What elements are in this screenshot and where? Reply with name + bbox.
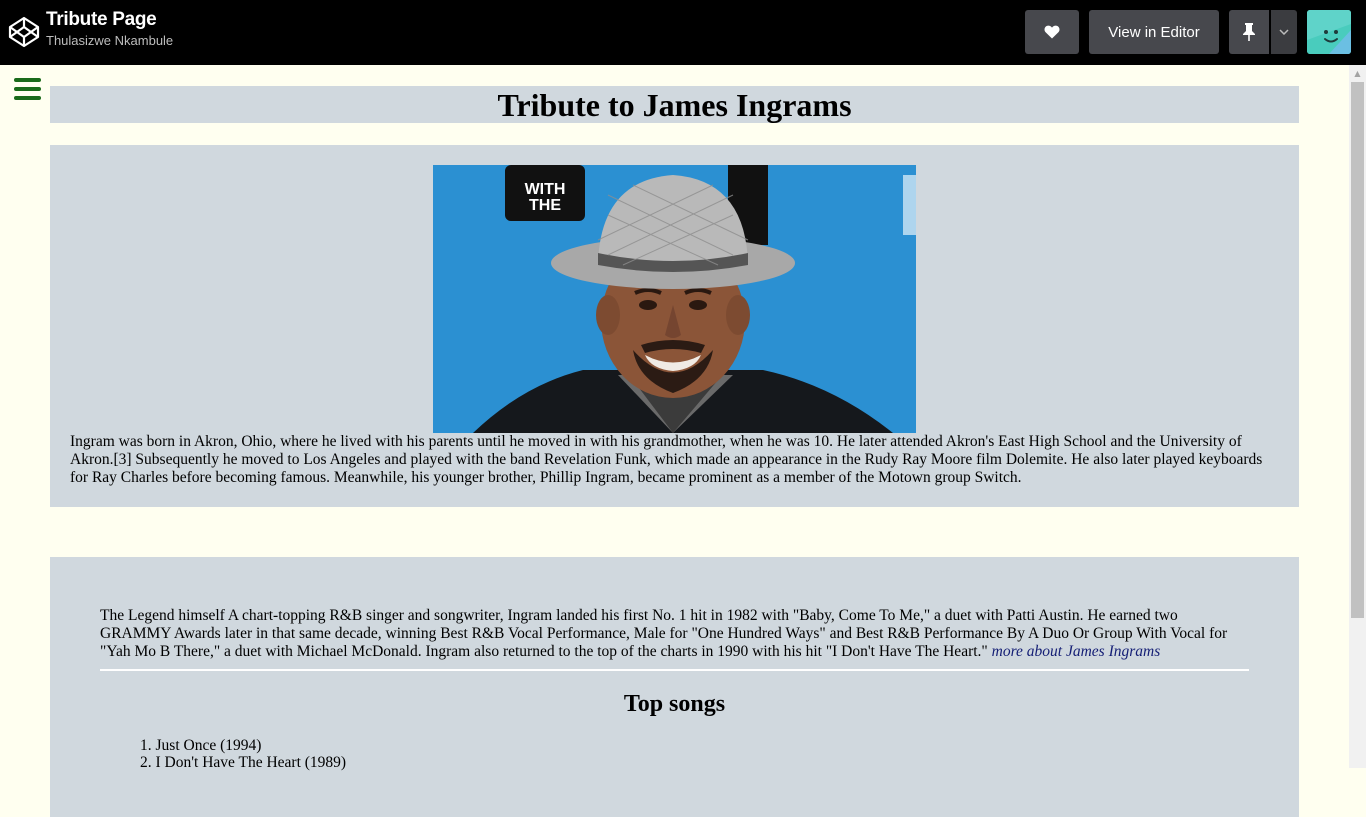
pen-title-block: Tribute Page Thulasizwe Nkambule: [46, 8, 173, 50]
title-panel: Tribute to James Ingrams: [50, 86, 1299, 123]
menu-icon[interactable]: [14, 78, 41, 100]
view-in-editor-button[interactable]: View in Editor: [1089, 10, 1219, 54]
legend-quote: The Legend himself A chart-topping R&B s…: [100, 607, 1250, 661]
pin-icon: [1243, 23, 1255, 41]
user-avatar[interactable]: [1307, 10, 1351, 54]
photo-badge-line2: THE: [529, 197, 561, 214]
song-number: 1.: [140, 737, 152, 754]
james-ingram-photo: WITH THE: [433, 165, 916, 433]
pen-author-link[interactable]: Thulasizwe Nkambule: [46, 32, 173, 50]
divider: [100, 669, 1249, 671]
photo-badge-line1: WITH: [525, 181, 566, 198]
bio-paragraph: Ingram was born in Akron, Ohio, where he…: [70, 433, 1263, 486]
bio-panel: WITH THE Ingram was born in Akron, Ohio,…: [50, 145, 1299, 507]
heart-icon: [1044, 25, 1060, 39]
scroll-up-arrow-icon[interactable]: ▲: [1349, 65, 1366, 82]
list-item: 2. I Don't Have The Heart (1989): [140, 754, 346, 771]
page-scrollbar[interactable]: ▲: [1349, 65, 1366, 768]
top-songs-heading: Top songs: [623, 691, 726, 717]
song-number: 2.: [140, 754, 152, 771]
list-item: 1. Just Once (1994): [140, 737, 346, 754]
song-title: Just Once (1994): [155, 737, 262, 754]
song-title: I Don't Have The Heart (1989): [155, 754, 347, 771]
scroll-thumb[interactable]: [1351, 82, 1364, 618]
codepen-logo-icon[interactable]: [8, 16, 40, 48]
pen-title: Tribute Page: [46, 9, 157, 30]
more-about-link[interactable]: more about James Ingrams: [992, 643, 1161, 660]
codepen-header: Tribute Page Thulasizwe Nkambule View in…: [0, 0, 1366, 65]
page-title: Tribute to James Ingrams: [497, 87, 852, 123]
pin-button[interactable]: [1229, 10, 1269, 54]
like-button[interactable]: [1025, 10, 1079, 54]
chevron-down-icon: [1279, 29, 1289, 35]
pin-options-dropdown[interactable]: [1271, 10, 1297, 54]
avatar-face-icon: [1307, 10, 1351, 54]
top-songs-list: 1. Just Once (1994) 2. I Don't Have The …: [140, 737, 346, 771]
info-panel: The Legend himself A chart-topping R&B s…: [50, 557, 1299, 817]
